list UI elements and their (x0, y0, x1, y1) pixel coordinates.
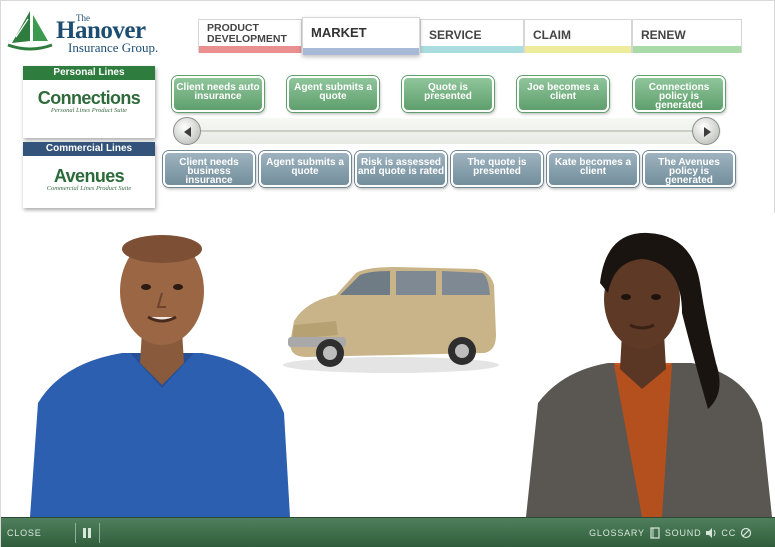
logo-group: Insurance Group. (68, 40, 159, 55)
personal-step[interactable]: Connections policy is generated (633, 76, 725, 112)
video-scene (2, 213, 775, 517)
tab-color-bar (199, 46, 301, 53)
pause-icon-bar (88, 528, 91, 538)
player-right-controls: GLOSSARY SOUND CC (589, 525, 752, 541)
timeline-track (173, 118, 721, 144)
avenues-name: Avenues (53, 166, 125, 186)
commercial-step[interactable]: Client needs business insurance (163, 151, 255, 187)
commercial-step[interactable]: The Avenues policy is generated (643, 151, 735, 187)
commercial-step[interactable]: The quote is presented (451, 151, 543, 187)
commercial-step[interactable]: Kate becomes a client (547, 151, 639, 187)
close-button[interactable]: CLOSE (7, 528, 42, 538)
tab-service[interactable]: SERVICE (420, 19, 524, 53)
personal-step[interactable]: Joe becomes a client (517, 76, 609, 112)
personal-step[interactable]: Quote is presented (402, 76, 494, 112)
tab-label: CLAIM (533, 28, 571, 42)
tab-color-bar (303, 48, 419, 55)
personal-lines-header: Personal Lines (23, 66, 155, 80)
tab-market[interactable]: MARKET (302, 17, 420, 55)
tab-claim[interactable]: CLAIM (524, 19, 632, 53)
divider (75, 523, 76, 543)
tab-product-development[interactable]: PRODUCT DEVELOPMENT (198, 19, 302, 53)
commercial-step[interactable]: Agent submits a quote (259, 151, 351, 187)
tab-color-bar (633, 46, 741, 53)
tab-label: RENEW (641, 28, 686, 42)
app-window: The Hanover Insurance Group. PRODUCT DEV… (0, 0, 775, 547)
personal-lines-panel[interactable]: Personal Lines Connections Personal Line… (23, 66, 155, 138)
tab-color-bar (421, 46, 523, 53)
timeline-prev-button[interactable] (173, 117, 201, 145)
tab-renew[interactable]: RENEW (632, 19, 742, 53)
timeline-next-button[interactable] (692, 117, 720, 145)
tab-label: MARKET (311, 25, 367, 40)
commercial-step[interactable]: Risk is assessed and quote is rated (355, 151, 447, 187)
commercial-lines-header: Commercial Lines (23, 142, 155, 156)
minivan (283, 267, 499, 373)
scene-illustration (30, 232, 772, 517)
connections-tagline: Personal Lines Product Suite (50, 107, 128, 114)
process-tabs: PRODUCT DEVELOPMENT MARKET SERVICE CLAIM… (198, 17, 743, 55)
man-figure (30, 235, 290, 517)
avenues-brand: Avenues Commercial Lines Product Suite (23, 166, 155, 192)
avenues-tagline: Commercial Lines Product Suite (46, 185, 132, 192)
player-controls: CLOSE GLOSSARY SOUND CC (1, 517, 775, 547)
sailboat-logo-icon (7, 11, 53, 51)
personal-step[interactable]: Client needs auto insurance (172, 76, 264, 112)
commercial-lines-panel[interactable]: Commercial Lines Avenues Commercial Line… (23, 142, 155, 208)
connections-brand: Connections Personal Lines Product Suite (23, 88, 155, 114)
arrow-right-icon (704, 127, 711, 137)
speaker-icon[interactable] (705, 527, 717, 539)
personal-step[interactable]: Agent submits a quote (287, 76, 379, 112)
pause-button[interactable] (81, 528, 93, 539)
glossary-label[interactable]: GLOSSARY (589, 528, 645, 538)
hanover-logo: The Hanover Insurance Group. (6, 7, 186, 57)
cc-label[interactable]: CC (721, 528, 736, 538)
tab-label: PRODUCT DEVELOPMENT (207, 22, 287, 45)
tab-label: SERVICE (429, 28, 482, 42)
woman-figure (526, 232, 772, 517)
cc-off-icon[interactable] (740, 527, 752, 539)
arrow-left-icon (184, 127, 191, 137)
divider (99, 523, 100, 543)
pause-icon-bar (83, 528, 86, 538)
sound-label[interactable]: SOUND (665, 528, 702, 538)
tab-color-bar (525, 46, 631, 53)
glossary-book-icon[interactable] (649, 527, 661, 539)
timeline-line (199, 130, 695, 132)
connections-name: Connections (37, 88, 141, 108)
